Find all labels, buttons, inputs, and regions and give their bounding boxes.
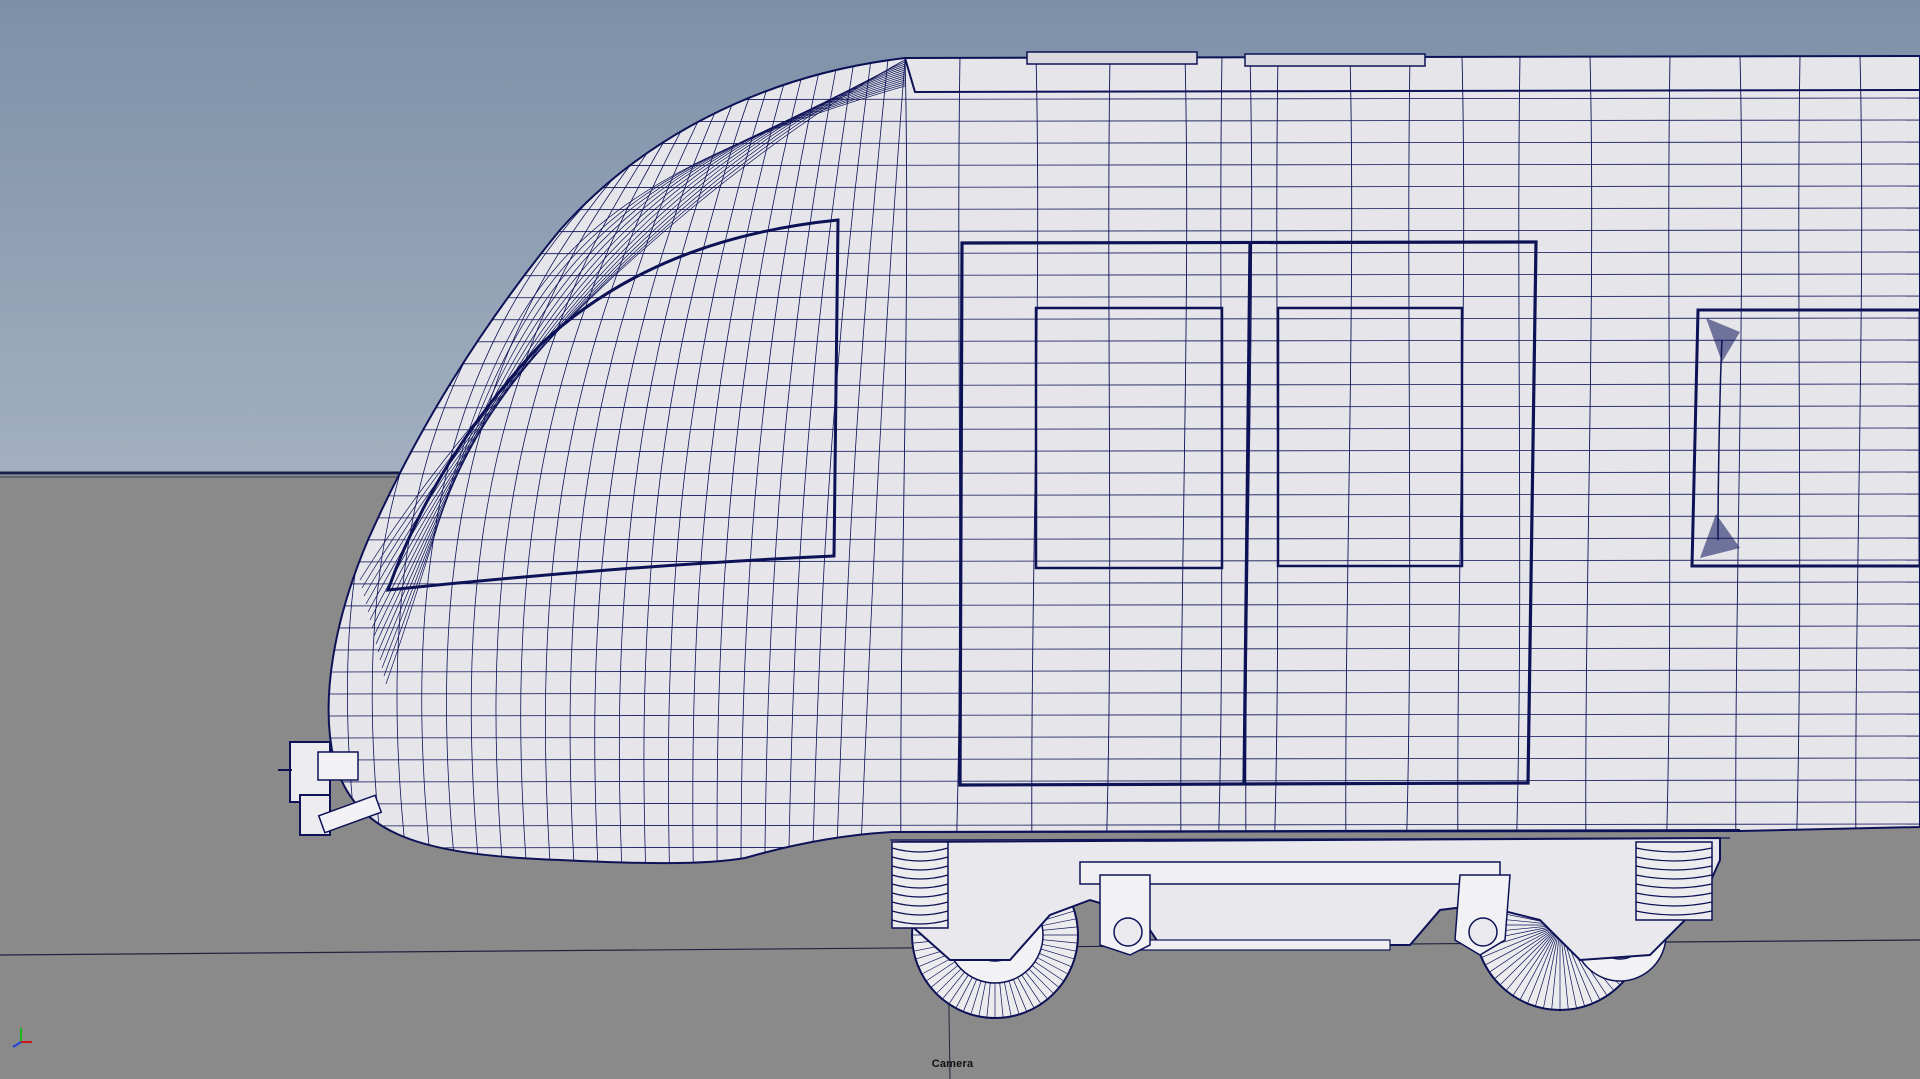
roof-vent-2	[1244, 53, 1426, 67]
camera-label: Camera	[931, 1058, 974, 1070]
3d-viewport[interactable]: Camera	[0, 0, 1920, 1079]
axis-gizmo-icon	[12, 1028, 32, 1048]
rear-spring	[1635, 841, 1713, 921]
spring-body	[1635, 841, 1713, 921]
bogie-rod	[1139, 939, 1391, 951]
front-spring	[891, 841, 949, 929]
roof-vent-1	[1026, 51, 1198, 65]
viewport-scene[interactable]	[0, 0, 1920, 1079]
axis-z	[12, 1041, 22, 1048]
